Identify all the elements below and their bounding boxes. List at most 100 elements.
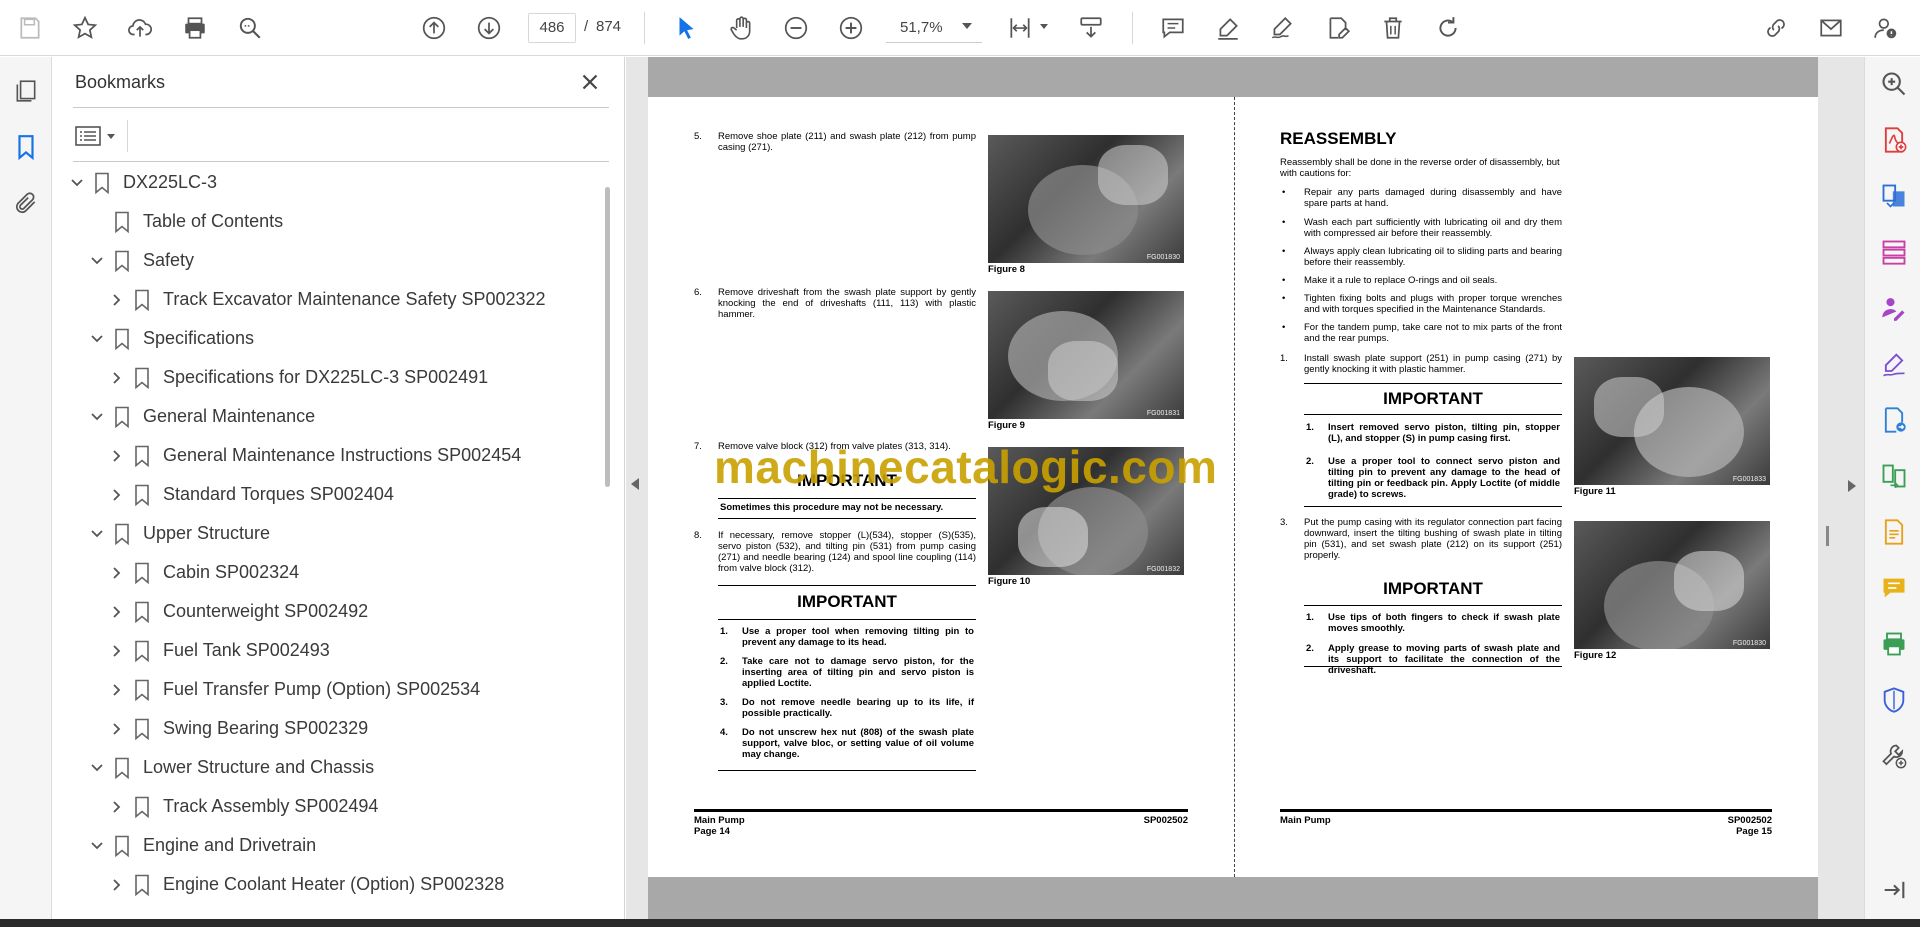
scrolling-mode-icon[interactable] [1073,10,1109,46]
chevron-right-icon[interactable] [109,799,125,815]
chevron-down-icon[interactable] [89,526,105,542]
close-icon[interactable] [577,69,603,95]
procedure-step: 6. Remove driveshaft from the swash plat… [694,287,976,327]
attachments-paperclip-icon[interactable] [10,187,42,219]
next-page-icon[interactable] [471,10,507,46]
chevron-right-icon[interactable] [109,370,125,386]
collapse-right-panel-arrow-icon[interactable] [1848,480,1856,492]
print-production-icon[interactable] [1879,629,1909,659]
bookmark-item[interactable]: Engine Coolant Heater (Option) SP002328 [53,867,599,903]
draw-signature-icon[interactable] [1264,10,1300,46]
request-signatures-icon[interactable] [1879,293,1909,323]
chevron-right-icon[interactable] [109,682,125,698]
divider [73,107,609,108]
bookmark-item[interactable]: Lower Structure and Chassis [53,750,599,786]
bookmark-item[interactable]: Standard Torques SP002404 [53,477,599,513]
upload-cloud-icon[interactable] [122,10,158,46]
search-zoom-icon[interactable] [1879,69,1909,99]
print-icon[interactable] [177,10,213,46]
resize-handle[interactable] [1826,526,1829,546]
star-icon[interactable] [67,10,103,46]
chevron-down-icon[interactable] [89,838,105,854]
email-icon[interactable] [1813,10,1849,46]
chevron-right-icon[interactable] [109,292,125,308]
bookmark-item[interactable]: Counterweight SP002492 [53,594,599,630]
important-item: 1. Use a proper tool when removing tilti… [718,626,976,648]
chevron-right-icon[interactable] [109,448,125,464]
page-thumbnails-icon[interactable] [10,75,42,107]
protect-shield-icon[interactable] [1879,685,1909,715]
export-pdf-icon[interactable] [1879,405,1909,435]
bookmark-item[interactable]: General Maintenance [53,399,599,435]
zoom-in-icon[interactable] [833,10,869,46]
save-icon[interactable] [12,10,48,46]
bookmark-item[interactable]: Swing Bearing SP002329 [53,711,599,747]
bookmark-item[interactable]: Engine and Drivetrain [53,828,599,864]
bookmark-item[interactable]: Upper Structure [53,516,599,552]
chevron-down-icon[interactable] [962,23,972,29]
edit-text-icon[interactable] [1879,517,1909,547]
figure-caption: Figure 12 [1574,650,1617,661]
item-text: Apply grease to moving parts of swash pl… [1328,643,1560,676]
edit-pdf-icon[interactable] [1320,10,1356,46]
bookmark-item[interactable]: Track Assembly SP002494 [53,789,599,825]
organize-pages-icon[interactable] [1879,237,1909,267]
figure-image: FG001833 [1574,357,1770,485]
chevron-down-icon[interactable] [69,175,85,191]
account-icon[interactable] [1868,10,1904,46]
bullet-text: Tighten fixing bolts and plugs with prop… [1304,293,1562,315]
highlight-pen-icon[interactable] [1210,10,1246,46]
share-link-icon[interactable] [1758,10,1794,46]
more-tools-icon[interactable] [1879,741,1909,771]
bookmark-label: Lower Structure and Chassis [143,757,375,777]
bookmark-item[interactable]: Specifications for DX225LC-3 SP002491 [53,360,599,396]
bookmarks-panel-icon[interactable] [10,131,42,163]
comment-icon[interactable] [1155,10,1191,46]
compare-files-icon[interactable] [1879,461,1909,491]
bookmark-tree: DX225LC-3 Table of Contents Safety Track Ex… [53,165,599,919]
chevron-right-icon[interactable] [109,604,125,620]
bookmark-item[interactable]: Safety [53,243,599,279]
collapse-left-panel-arrow-icon[interactable] [631,478,639,490]
bookmark-label: Track Excavator Maintenance Safety SP002… [163,289,546,309]
chevron-down-icon[interactable] [89,253,105,269]
bookmark-item[interactable]: General Maintenance Instructions SP00245… [53,438,599,474]
zoom-out-icon[interactable] [778,10,814,46]
chevron-down-icon[interactable] [89,331,105,347]
chevron-down-icon[interactable] [1040,24,1048,29]
page-number-input[interactable]: 486 [528,13,576,43]
comment-tool-icon[interactable] [1879,573,1909,603]
create-pdf-icon[interactable] [1879,125,1909,155]
page-fit-icon[interactable] [1002,10,1038,46]
bookmark-options-button[interactable] [75,121,119,151]
bookmark-label: Swing Bearing SP002329 [163,718,369,738]
previous-page-icon[interactable] [416,10,452,46]
important-item: 2. Take care not to damage servo piston,… [718,656,976,689]
hand-tool-icon[interactable] [723,10,759,46]
scrollbar-thumb[interactable] [605,187,610,487]
select-cursor-icon[interactable] [668,10,704,46]
bookmark-item[interactable]: DX225LC-3 [53,165,599,201]
chevron-right-icon[interactable] [109,721,125,737]
find-text-icon[interactable] [232,10,268,46]
fill-and-sign-icon[interactable] [1879,349,1909,379]
chevron-down-icon[interactable] [89,409,105,425]
chevron-right-icon[interactable] [109,487,125,503]
chevron-down-icon[interactable] [89,760,105,776]
delete-trash-icon[interactable] [1375,10,1411,46]
bookmark-item[interactable]: Specifications [53,321,599,357]
combine-files-icon[interactable] [1879,181,1909,211]
rotate-icon[interactable] [1430,10,1466,46]
bookmark-item[interactable]: Track Excavator Maintenance Safety SP002… [53,282,599,318]
bookmark-icon [133,640,151,663]
procedure-step: 3. Put the pump casing with its regulato… [1280,517,1562,562]
bookmark-item[interactable]: Cabin SP002324 [53,555,599,591]
bookmark-icon [113,757,131,780]
bookmark-item[interactable]: Fuel Tank SP002493 [53,633,599,669]
collapse-tools-panel-icon[interactable] [1879,875,1909,905]
bookmark-item[interactable]: Fuel Transfer Pump (Option) SP002534 [53,672,599,708]
chevron-right-icon[interactable] [109,565,125,581]
chevron-right-icon[interactable] [109,877,125,893]
bookmark-item[interactable]: Table of Contents [53,204,599,240]
chevron-right-icon[interactable] [109,643,125,659]
